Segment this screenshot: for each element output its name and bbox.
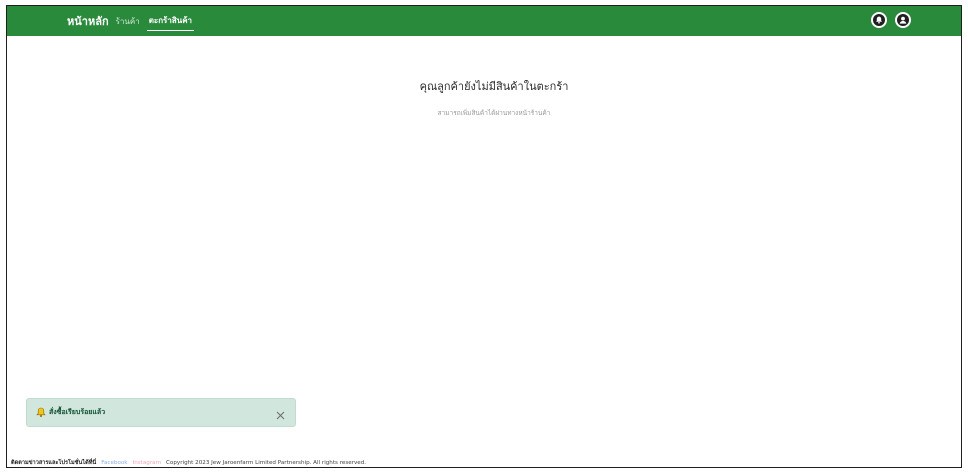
empty-cart-subtitle: สามารถเพิ่มสินค้าได้ผ่านทางหน้าร้านค้า — [437, 109, 551, 117]
empty-cart-message: คุณลูกค้ายังไม่มีสินค้าในตะกร้า สามารถเพ… — [7, 77, 961, 118]
bell-icon — [36, 407, 46, 418]
footer-copyright: Copyright 2023 Jew Jaroenfarm Limited Pa… — [166, 460, 367, 466]
user-icon[interactable] — [895, 12, 911, 28]
page-footer: ติดตามข่าวสารและโปรโมชั่นได้ที่นี่ Faceb… — [11, 458, 367, 467]
footer-follow-text: ติดตามข่าวสารและโปรโมชั่นได้ที่นี่ — [11, 460, 97, 466]
footer-facebook-link[interactable]: Facebook — [101, 460, 127, 466]
empty-cart-title: คุณลูกค้ายังไม่มีสินค้าในตะกร้า — [419, 80, 569, 93]
order-success-toast: สั่งซื้อเรียบร้อยแล้ว — [26, 398, 296, 427]
top-navbar: หน้าหลัก ร้านค้า ตะกร้าสินค้า — [7, 6, 961, 36]
nav-home-link[interactable]: หน้าหลัก — [67, 12, 109, 30]
nav-shop-link[interactable]: ร้านค้า — [116, 15, 140, 28]
close-icon[interactable] — [275, 406, 286, 420]
nav-icons — [863, 12, 911, 28]
toast-message: สั่งซื้อเรียบร้อยแล้ว — [49, 408, 106, 416]
footer-instagram-link[interactable]: Instagram — [133, 460, 161, 466]
app-frame: หน้าหลัก ร้านค้า ตะกร้าสินค้า คุณลูกค้าย… — [6, 5, 962, 468]
nav-cart-link[interactable]: ตะกร้าสินค้า — [146, 12, 195, 31]
nav-links: หน้าหลัก ร้านค้า ตะกร้าสินค้า — [67, 6, 201, 36]
notification-bell-icon[interactable] — [871, 12, 887, 28]
